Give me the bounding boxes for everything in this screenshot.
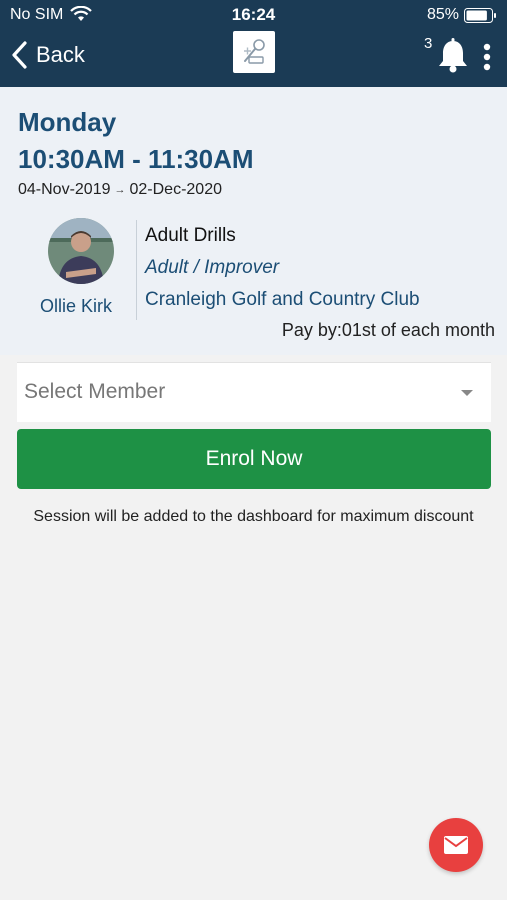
notification-count: 3 [424, 35, 433, 52]
logo-icon [244, 39, 265, 64]
battery-icon [464, 8, 496, 23]
enrol-note: Session will be added to the dashboard f… [33, 508, 474, 525]
battery-percentage: 85% [426, 6, 459, 23]
session-details: Monday 10:30AM - 11:30AM 04-Nov-2019 → 0… [0, 87, 507, 355]
arrow-right-icon: → [114, 184, 126, 196]
member-select[interactable]: Select Member [17, 362, 491, 422]
session-dates: 04-Nov-2019 → 02-Dec-2020 [18, 181, 222, 199]
back-button[interactable]: Back [10, 40, 85, 70]
start-date: 04-Nov-2019 [18, 181, 111, 198]
vertical-divider [136, 220, 137, 320]
back-label: Back [36, 42, 85, 67]
app-logo [233, 31, 275, 73]
coach-name: Ollie Kirk [39, 296, 112, 316]
status-bar: No SIM 16:24 85% [0, 0, 507, 30]
class-name: Adult Drills [145, 225, 236, 246]
pay-by-text: Pay by:01st of each month [281, 320, 495, 340]
nav-bar: Back 3 [0, 30, 507, 87]
end-date: 02-Dec-2020 [129, 181, 223, 198]
session-time: 10:30AM - 11:30AM [18, 144, 254, 174]
more-vertical-icon[interactable] [479, 42, 495, 72]
member-select-placeholder: Select Member [24, 380, 166, 403]
caret-down-icon [461, 390, 473, 396]
coach-avatar [48, 218, 114, 284]
mail-button[interactable] [429, 818, 483, 872]
mail-icon [444, 836, 468, 854]
bell-icon[interactable] [436, 38, 470, 74]
session-day: Monday [18, 107, 117, 137]
top-bar: No SIM 16:24 85% Back 3 [0, 0, 507, 87]
enrol-now-button[interactable]: Enrol Now [17, 429, 491, 489]
venue-name: Cranleigh Golf and Country Club [145, 289, 420, 310]
chevron-left-icon [12, 41, 27, 69]
class-level: Adult / Improver [145, 257, 280, 278]
